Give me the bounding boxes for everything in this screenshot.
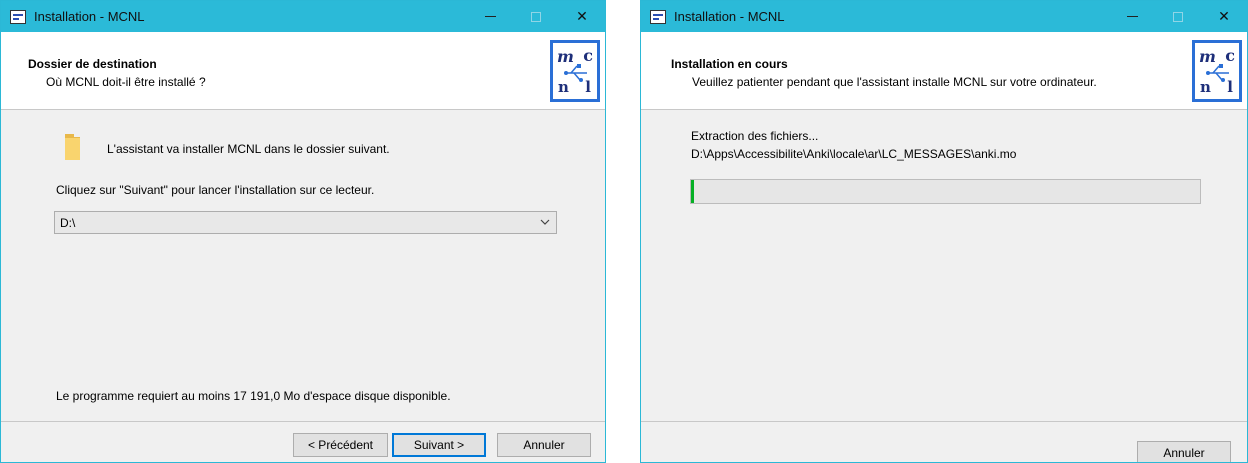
wizard-content: Extraction des fichiers... D:\Apps\Acces… [641,111,1247,421]
chevron-down-icon [540,219,550,225]
destination-folder-select[interactable]: D:\ [54,211,557,234]
back-button[interactable]: < Précédent [293,433,388,457]
intro-text: L'assistant va installer MCNL dans le do… [107,142,390,156]
minimize-icon [484,16,496,17]
instruction-text: Cliquez sur "Suivant" pour lancer l'inst… [56,183,375,197]
maximize-button [513,1,559,32]
window-controls: ✕ [1109,1,1247,32]
logo-letter-l: l [1227,78,1233,96]
close-button[interactable]: ✕ [559,1,605,32]
wizard-header: Dossier de destination Où MCNL doit-il ê… [1,32,605,110]
logo-letter-n: n [558,78,569,96]
wizard-footer: Annuler [641,422,1247,462]
page-title: Installation en cours [671,57,788,71]
minimize-button[interactable] [467,1,513,32]
maximize-button [1155,1,1201,32]
wizard-header: Installation en cours Veuillez patienter… [641,32,1247,110]
logo-letter-l: l [585,78,591,96]
minimize-icon [1126,16,1138,17]
maximize-icon [1173,11,1183,22]
progress-bar [690,179,1201,204]
cancel-button[interactable]: Annuler [1137,441,1231,462]
app-icon [650,9,666,24]
window-title: Installation - MCNL [34,9,145,24]
folder-icon [65,134,80,160]
progress-fill [691,180,694,203]
close-icon: ✕ [1218,8,1230,24]
setup-window-installing: Installation - MCNL ✕ Installation en co… [640,0,1248,463]
page-title: Dossier de destination [28,57,157,71]
logo-letter-n: n [1200,78,1211,96]
page-subtitle: Où MCNL doit-il être installé ? [46,75,206,89]
wizard-footer: < Précédent Suivant > Annuler [1,422,605,462]
mcnl-logo: m c n l [550,40,600,102]
close-button[interactable]: ✕ [1201,1,1247,32]
maximize-icon [531,11,541,22]
page-subtitle: Veuillez patienter pendant que l'assista… [692,75,1097,89]
wizard-content: L'assistant va installer MCNL dans le do… [1,111,605,421]
mcnl-logo: m c n l [1192,40,1242,102]
title-bar[interactable]: Installation - MCNL ✕ [641,1,1247,32]
minimize-button[interactable] [1109,1,1155,32]
title-bar[interactable]: Installation - MCNL ✕ [1,1,605,32]
setup-window-destination: Installation - MCNL ✕ Dossier de destina… [0,0,606,463]
window-title: Installation - MCNL [674,9,785,24]
window-controls: ✕ [467,1,605,32]
current-file-text: D:\Apps\Accessibilite\Anki\locale\ar\LC_… [691,147,1017,161]
status-text: Extraction des fichiers... [691,129,819,143]
next-button[interactable]: Suivant > [392,433,486,457]
destination-folder-value: D:\ [60,215,76,230]
disk-space-text: Le programme requiert au moins 17 191,0 … [56,389,451,403]
app-icon [10,9,26,24]
cancel-button[interactable]: Annuler [497,433,591,457]
close-icon: ✕ [576,8,588,24]
